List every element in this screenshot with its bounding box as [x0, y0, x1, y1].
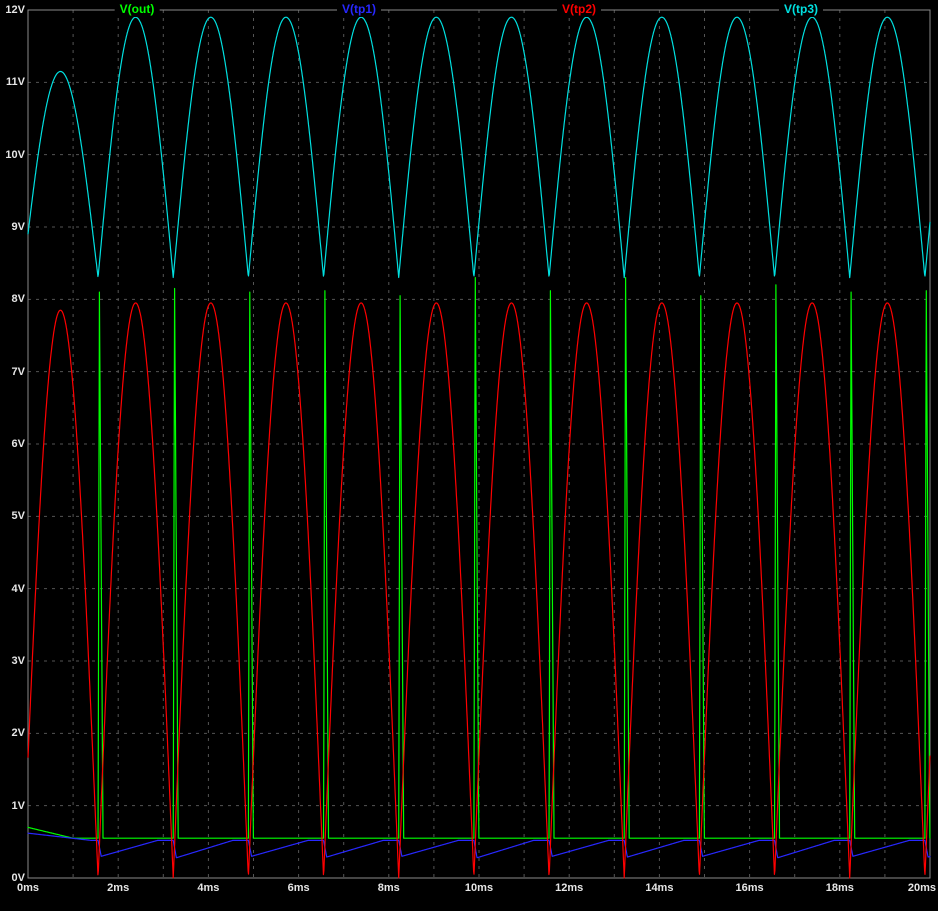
x-tick-label: 18ms: [826, 882, 854, 895]
y-tick-label: 8V: [0, 293, 25, 306]
y-tick-label: 2V: [0, 727, 25, 740]
legend-label-vtp3[interactable]: V(tp3): [779, 2, 823, 17]
x-tick-label: 4ms: [197, 882, 219, 895]
x-tick-label: 20ms: [908, 882, 936, 895]
x-tick-label: 8ms: [378, 882, 400, 895]
y-tick-label: 10V: [0, 149, 25, 162]
x-tick-label: 16ms: [736, 882, 764, 895]
y-tick-label: 4V: [0, 583, 25, 596]
y-tick-label: 12V: [0, 4, 25, 17]
x-tick-label: 2ms: [107, 882, 129, 895]
y-tick-label: 5V: [0, 510, 25, 523]
y-tick-label: 3V: [0, 655, 25, 668]
y-tick-label: 1V: [0, 800, 25, 813]
x-tick-label: 14ms: [645, 882, 673, 895]
legend-label-vtp2[interactable]: V(tp2): [557, 2, 601, 17]
y-tick-label: 7V: [0, 366, 25, 379]
legend-label-vout[interactable]: V(out): [115, 2, 160, 17]
waveform-plot-pane[interactable]: V(out) V(tp1) V(tp2) V(tp3) 0V1V2V3V4V5V…: [0, 0, 938, 911]
x-tick-label: 10ms: [465, 882, 493, 895]
x-tick-label: 0ms: [17, 882, 39, 895]
y-tick-label: 6V: [0, 438, 25, 451]
waveform-plot: [0, 0, 938, 911]
legend-label-vtp1[interactable]: V(tp1): [337, 2, 381, 17]
x-tick-label: 12ms: [555, 882, 583, 895]
x-tick-label: 6ms: [288, 882, 310, 895]
y-tick-label: 11V: [0, 76, 25, 89]
y-tick-label: 9V: [0, 221, 25, 234]
